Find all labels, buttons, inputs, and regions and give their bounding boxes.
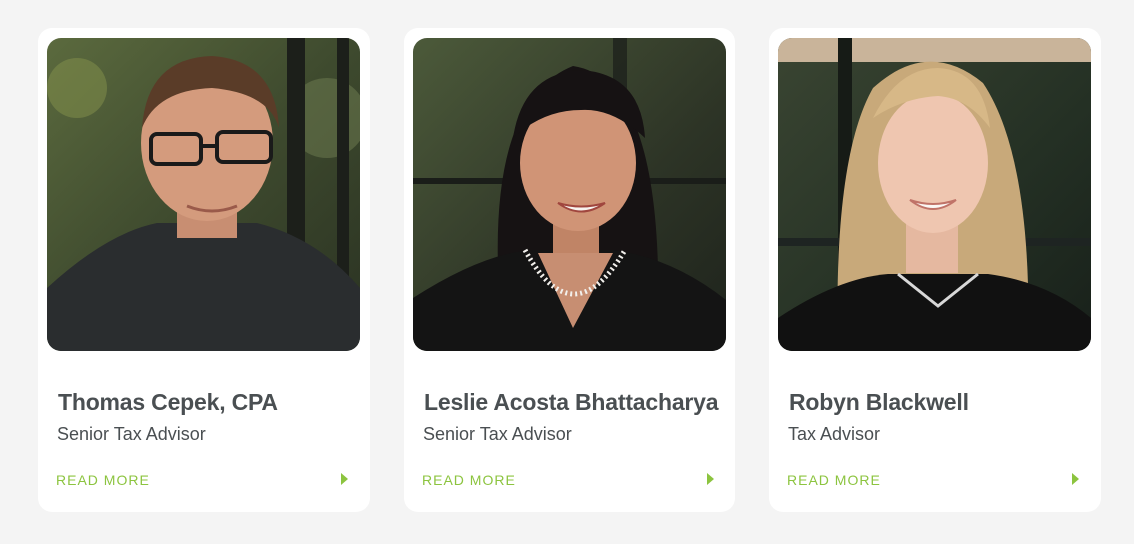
read-more-link[interactable]: READ MORE <box>56 472 348 492</box>
team-member-card: Robyn Blackwell Tax Advisor READ MORE <box>769 28 1101 512</box>
member-name: Robyn Blackwell <box>789 389 969 415</box>
read-more-label: READ MORE <box>56 472 150 488</box>
caret-right-icon <box>1072 473 1079 485</box>
read-more-link[interactable]: READ MORE <box>422 472 714 492</box>
team-member-card: Leslie Acosta Bhattacharya Senior Tax Ad… <box>404 28 735 512</box>
member-title: Senior Tax Advisor <box>423 424 572 444</box>
read-more-label: READ MORE <box>422 472 516 488</box>
caret-right-icon <box>707 473 714 485</box>
read-more-label: READ MORE <box>787 472 881 488</box>
caret-right-icon <box>341 473 348 485</box>
profile-photo[interactable] <box>47 38 360 351</box>
member-name: Leslie Acosta Bhattacharya <box>424 389 719 415</box>
profile-photo[interactable] <box>413 38 726 351</box>
read-more-link[interactable]: READ MORE <box>787 472 1079 492</box>
profile-photo[interactable] <box>778 38 1091 351</box>
member-title: Senior Tax Advisor <box>57 424 206 444</box>
member-title: Tax Advisor <box>788 424 881 444</box>
member-name: Thomas Cepek, CPA <box>58 389 278 415</box>
team-member-card: Thomas Cepek, CPA Senior Tax Advisor REA… <box>38 28 370 512</box>
